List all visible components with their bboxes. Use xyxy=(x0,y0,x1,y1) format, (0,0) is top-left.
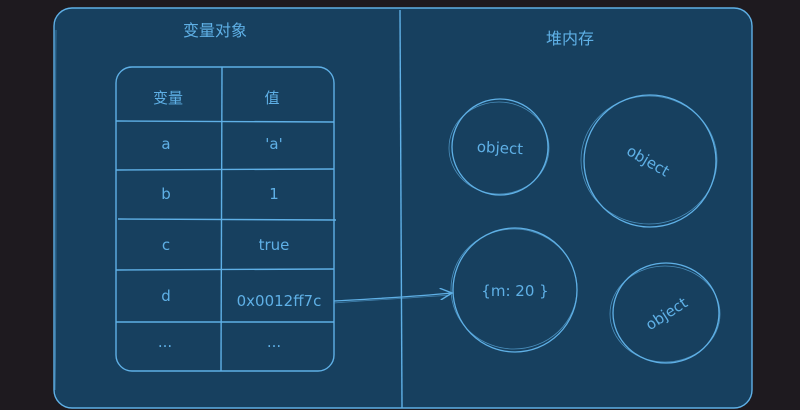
row-a-name: a xyxy=(161,135,170,153)
row-b-name: b xyxy=(161,185,171,203)
row-a-value: 'a' xyxy=(265,135,282,153)
memory-diagram: 变量对象 堆内存 变量 值 a 'a' b 1 c true d 0x0012f… xyxy=(53,7,753,409)
table-row-divider xyxy=(115,168,335,171)
row-b-value: 1 xyxy=(269,185,279,203)
row-ellipsis-value: ... xyxy=(267,333,281,351)
heap-object-label: object xyxy=(476,138,523,158)
row-d-name: d xyxy=(161,287,171,305)
row-c-name: c xyxy=(162,236,170,254)
heap-memory-title: 堆内存 xyxy=(546,29,594,48)
row-ellipsis-name: ... xyxy=(158,333,172,351)
row-c-value: true xyxy=(259,236,290,254)
variable-object-title: 变量对象 xyxy=(183,21,247,40)
table-row-divider xyxy=(117,218,337,221)
header-variable: 变量 xyxy=(153,89,183,107)
table-header-divider xyxy=(115,120,335,123)
row-d-value: 0x0012ff7c xyxy=(237,292,322,310)
header-value: 值 xyxy=(264,89,279,107)
heap-object-label: {m: 20 } xyxy=(481,282,548,300)
